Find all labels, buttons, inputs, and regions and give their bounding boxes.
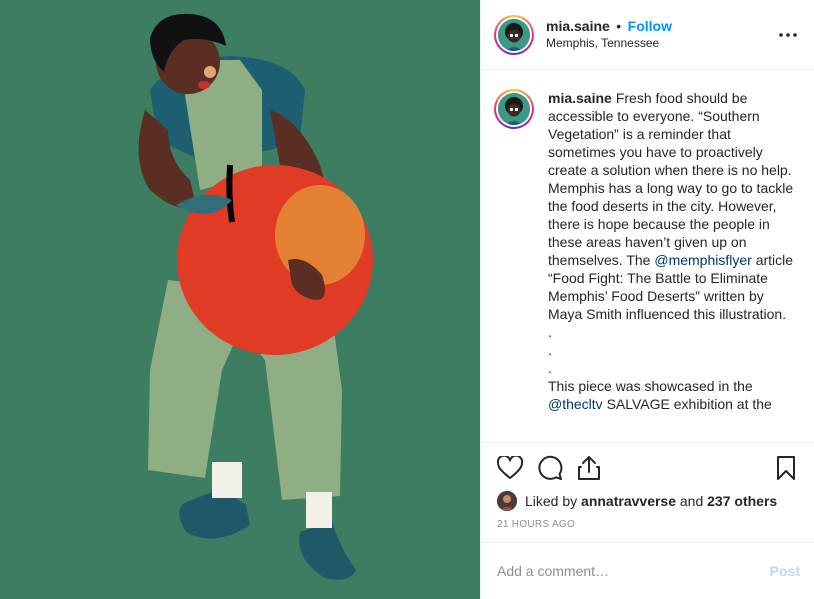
comment-input[interactable] — [497, 563, 770, 579]
instagram-post: mia.saine • Follow Memphis, Tennessee mi… — [0, 0, 814, 599]
caption-dot: . — [548, 342, 552, 358]
caption-text-4: SALVAGE exhibition at the — [602, 396, 772, 412]
caption-dot: . — [548, 360, 552, 376]
mention-thecltv[interactable]: @thecltv — [548, 396, 603, 412]
caption-dot: . — [548, 324, 552, 340]
comments-section[interactable]: mia.saine Fresh food should be accessible… — [481, 71, 814, 442]
liked-by-others[interactable]: 237 others — [707, 493, 777, 509]
more-options-icon[interactable] — [776, 23, 800, 47]
liked-by-user[interactable]: annatravverse — [581, 493, 676, 509]
caption: mia.saine Fresh food should be accessible… — [494, 89, 800, 413]
header-separator: • — [616, 17, 622, 34]
post-comment-button[interactable]: Post — [770, 563, 800, 579]
comment-icon[interactable] — [537, 454, 577, 482]
liker-portrait-icon — [497, 491, 517, 511]
caption-avatar[interactable] — [494, 89, 534, 129]
author-avatar-image — [498, 18, 530, 51]
liker-avatar[interactable] — [497, 491, 517, 511]
likes-summary[interactable]: Liked by annatravverse and 237 others — [495, 491, 800, 511]
caption-text: mia.saine Fresh food should be accessible… — [548, 89, 800, 413]
author-username[interactable]: mia.saine — [546, 18, 610, 34]
add-comment-section: Post — [481, 542, 814, 599]
liked-by-prefix: Liked by — [525, 493, 582, 509]
follow-button[interactable]: Follow — [628, 18, 672, 34]
post-image[interactable] — [0, 0, 480, 599]
illustration-woman-with-tomato — [0, 0, 480, 599]
author-avatar[interactable] — [494, 14, 534, 55]
post-timestamp[interactable]: 21 HOURS AGO — [497, 519, 800, 530]
avatar-portrait-icon — [498, 18, 530, 51]
action-icons-row — [497, 443, 800, 492]
avatar-portrait-icon — [498, 93, 530, 125]
post-location[interactable]: Memphis, Tennessee — [546, 35, 776, 52]
bookmark-icon[interactable] — [776, 454, 800, 482]
likes-text: Liked by annatravverse and 237 others — [525, 493, 777, 509]
header-text: mia.saine • Follow Memphis, Tennessee — [546, 18, 776, 52]
post-details-panel: mia.saine • Follow Memphis, Tennessee mi… — [480, 0, 814, 599]
post-actions: Liked by annatravverse and 237 others 21… — [481, 442, 814, 542]
caption-avatar-image — [498, 93, 530, 125]
liked-by-middle: and — [676, 493, 708, 509]
share-icon[interactable] — [577, 454, 617, 482]
heart-icon[interactable] — [497, 454, 537, 482]
caption-text-1: Fresh food should be accessible to every… — [548, 90, 794, 268]
caption-username[interactable]: mia.saine — [548, 90, 612, 106]
mention-memphisflyer[interactable]: @memphisflyer — [654, 252, 751, 268]
caption-text-3: This piece was showcased in the — [548, 378, 753, 394]
post-header: mia.saine • Follow Memphis, Tennessee — [481, 0, 814, 70]
